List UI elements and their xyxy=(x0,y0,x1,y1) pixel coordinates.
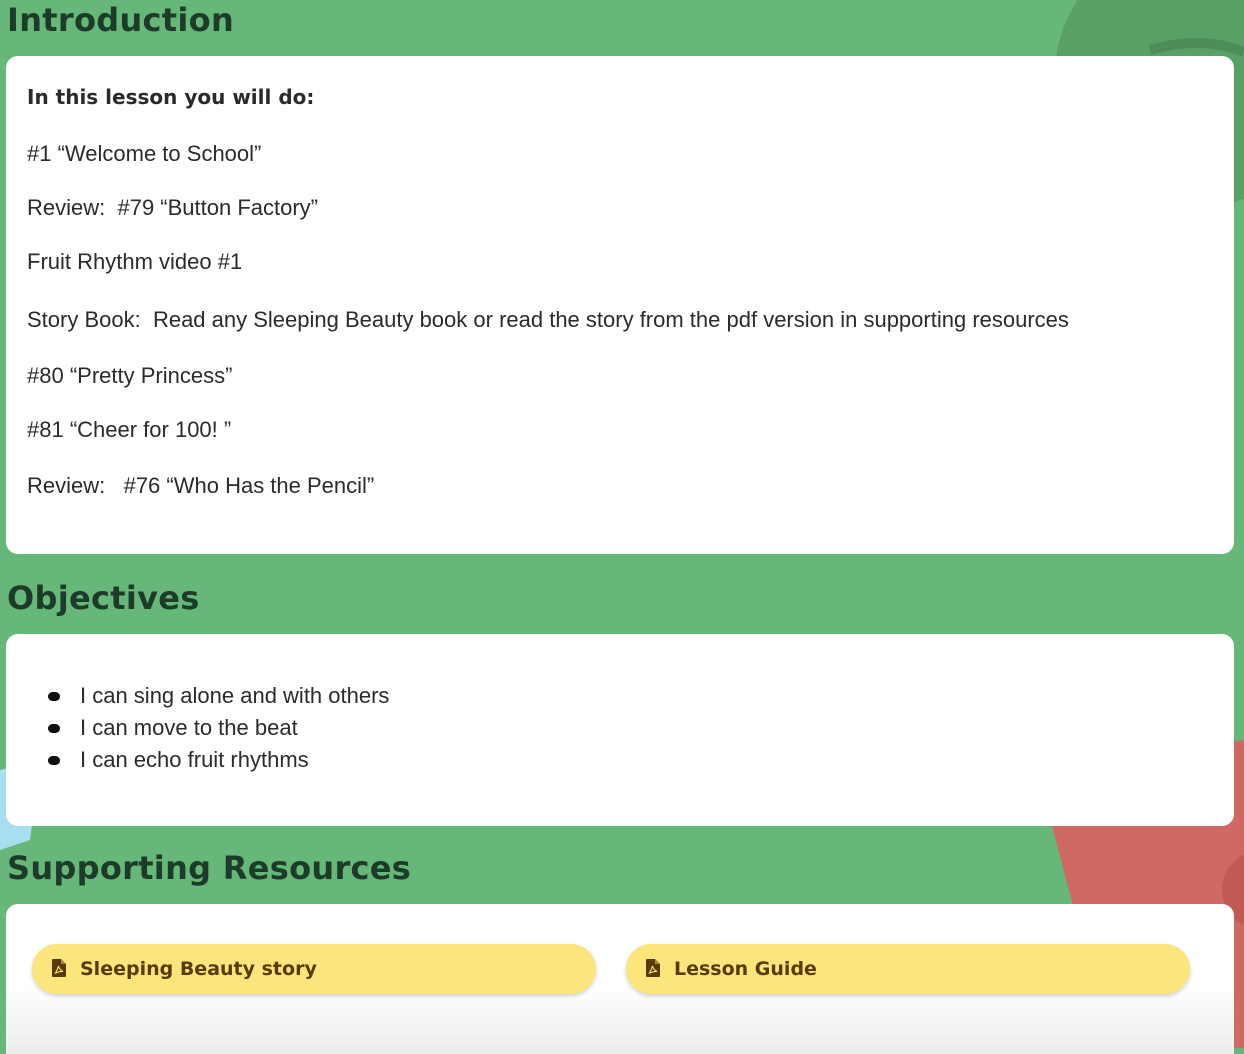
intro-line-welcome: #1 “Welcome to School” xyxy=(27,141,262,166)
objective-text: I can sing alone and with others xyxy=(80,683,390,708)
introduction-title: Introduction xyxy=(7,1,235,39)
sleeping-beauty-story-button[interactable]: Sleeping Beauty story xyxy=(32,944,596,994)
objective-text: I can move to the beat xyxy=(80,715,298,740)
intro-line-pencil: Review: #76 “Who Has the Pencil” xyxy=(27,473,375,498)
intro-line-fruit-rhythm: Fruit Rhythm video #1 xyxy=(27,249,243,274)
resources-title: Supporting Resources xyxy=(7,849,412,887)
intro-line-button-factory: Review: #79 “Button Factory” xyxy=(27,195,319,220)
bullet-icon xyxy=(48,756,60,765)
bullet-icon xyxy=(48,692,60,701)
objective-text: I can echo fruit rhythms xyxy=(80,747,309,772)
pdf-icon xyxy=(646,959,660,977)
introduction-heading: In this lesson you will do: xyxy=(27,85,315,109)
resource-label: Sleeping Beauty story xyxy=(80,958,317,980)
bullet-icon xyxy=(48,724,60,733)
intro-line-cheer: #81 “Cheer for 100! ” xyxy=(27,417,232,442)
objective-item: I can move to the beat xyxy=(42,712,642,744)
objectives-title: Objectives xyxy=(7,579,200,617)
lesson-guide-button[interactable]: Lesson Guide xyxy=(626,944,1190,994)
objective-item: I can sing alone and with others xyxy=(42,680,642,712)
intro-line-pretty-princess: #80 “Pretty Princess” xyxy=(27,363,233,388)
objective-item: I can echo fruit rhythms xyxy=(42,744,642,776)
resource-label: Lesson Guide xyxy=(674,958,817,980)
pdf-icon xyxy=(52,959,66,977)
intro-line-story-book: Story Book: Read any Sleeping Beauty boo… xyxy=(27,307,1069,332)
